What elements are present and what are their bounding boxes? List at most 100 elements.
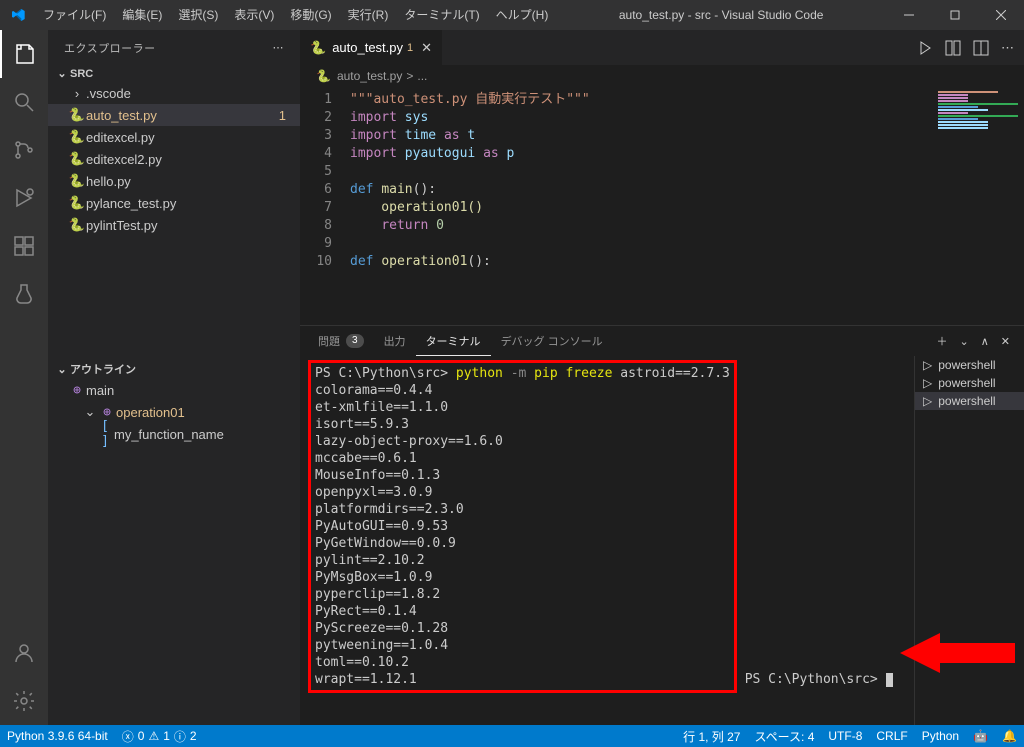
python-icon: 🐍 [310,40,326,56]
outline-label: アウトライン [70,361,136,377]
split-editor-icon[interactable] [973,40,989,56]
file-editexcel[interactable]: 🐍editexcel.py [48,126,300,148]
activity-extensions[interactable] [0,222,48,270]
window-controls [886,0,1024,30]
close-panel-icon[interactable]: ✕ [995,335,1016,348]
line-numbers: 12345678910 [300,87,350,325]
minimize-button[interactable] [886,0,932,30]
chevron-down-icon: ⌄ [54,363,70,376]
tab-close-icon[interactable]: ✕ [421,40,432,56]
editor-body[interactable]: 12345678910 """auto_test.py 自動実行テスト""" i… [300,87,1024,325]
activity-search[interactable] [0,78,48,126]
menu-terminal[interactable]: ターミナル(T) [396,0,487,30]
activity-scm[interactable] [0,126,48,174]
new-terminal-icon[interactable]: ＋ [931,333,954,349]
menu-help[interactable]: ヘルプ(H) [488,0,557,30]
status-feedback-icon[interactable]: 🤖 [966,725,995,747]
status-python[interactable]: Python 3.9.6 64-bit [0,725,115,747]
outline-my-function-name[interactable]: [ ]my_function_name [48,423,300,445]
python-icon: 🐍 [68,107,86,123]
menu-view[interactable]: 表示(V) [226,0,282,30]
panel-tabs: 問題3 出力 ターミナル デバッグ コンソール ＋ ⌄ ∧ ✕ [300,326,1024,356]
code-content[interactable]: """auto_test.py 自動実行テスト""" import sys im… [350,87,1024,325]
info-icon: ⓘ [174,728,186,745]
python-icon: 🐍 [68,151,86,167]
close-button[interactable] [978,0,1024,30]
titlebar: ファイル(F) 編集(E) 選択(S) 表示(V) 移動(G) 実行(R) ター… [0,0,1024,30]
terminal-icon: ▷ [923,358,932,372]
tab-bar: 🐍 auto_test.py 1 ✕ ⋯ [300,30,1024,65]
outline-header[interactable]: ⌄ アウトライン [48,359,300,379]
editor-area: 🐍 auto_test.py 1 ✕ ⋯ 🐍 auto_test.py > ..… [300,30,1024,725]
status-eol[interactable]: CRLF [869,725,914,747]
python-icon: 🐍 [68,173,86,189]
outline-tree: ⊕main ⌄⊕operation01 [ ]my_function_name [48,379,300,445]
python-icon: 🐍 [68,129,86,145]
file-pylint-test[interactable]: 🐍pylintTest.py [48,214,300,236]
panel-tab-debug[interactable]: デバッグ コンソール [491,326,613,356]
status-notifications-icon[interactable]: 🔔 [995,725,1024,747]
breadcrumb[interactable]: 🐍 auto_test.py > ... [300,65,1024,87]
file-auto-test[interactable]: 🐍auto_test.py1 [48,104,300,126]
file-hello[interactable]: 🐍hello.py [48,170,300,192]
folder-vscode[interactable]: ›.vscode [48,82,300,104]
menubar: ファイル(F) 編集(E) 選択(S) 表示(V) 移動(G) 実行(R) ター… [35,0,556,30]
menu-run[interactable]: 実行(R) [340,0,397,30]
file-pylance-test[interactable]: 🐍pylance_test.py [48,192,300,214]
maximize-button[interactable] [932,0,978,30]
status-encoding[interactable]: UTF-8 [821,725,869,747]
activity-testing[interactable] [0,270,48,318]
terminal-dropdown-icon[interactable]: ⌄ [954,335,975,348]
menu-file[interactable]: ファイル(F) [35,0,114,30]
terminal-cursor [886,673,893,687]
function-icon: ⊕ [68,383,86,398]
menu-go[interactable]: 移動(G) [282,0,339,30]
status-bar: Python 3.9.6 64-bit ⓧ0⚠1ⓘ2 行 1, 列 27 スペー… [0,725,1024,747]
activity-run[interactable] [0,174,48,222]
window-title: auto_test.py - src - Visual Studio Code [556,8,886,22]
outline-operation01[interactable]: ⌄⊕operation01 [48,401,300,423]
terminal-icon: ▷ [923,376,932,390]
compare-changes-icon[interactable] [945,40,961,56]
highlighted-terminal-output: PS C:\Python\src> python -m pip freeze a… [308,360,737,693]
sidebar-more-icon[interactable]: ⋯ [273,41,285,54]
more-actions-icon[interactable]: ⋯ [1001,40,1014,56]
terminal[interactable]: PS C:\Python\src> python -m pip freeze a… [300,356,914,725]
file-tree: ›.vscode 🐍auto_test.py1 🐍editexcel.py 🐍e… [48,82,300,236]
activity-bar [0,30,48,725]
python-icon: 🐍 [316,69,331,83]
panel-tab-output[interactable]: 出力 [374,326,416,356]
crumb-file: auto_test.py [337,69,402,83]
sidebar: エクスプローラー ⋯ ⌄ SRC ›.vscode 🐍auto_test.py1… [48,30,300,725]
status-problems[interactable]: ⓧ0⚠1ⓘ2 [115,725,204,747]
problems-badge: 3 [346,334,364,348]
status-line-col[interactable]: 行 1, 列 27 [676,725,747,747]
panel-tab-problems[interactable]: 問題3 [308,326,374,356]
status-spaces[interactable]: スペース: 4 [747,725,821,747]
panel-tab-terminal[interactable]: ターミナル [416,326,491,356]
function-icon: ⊕ [98,405,116,420]
python-icon: 🐍 [68,217,86,233]
activity-explorer[interactable] [0,30,48,78]
menu-selection[interactable]: 選択(S) [170,0,226,30]
status-language[interactable]: Python [915,725,966,747]
explorer-root-label: SRC [70,68,93,80]
python-icon: 🐍 [68,195,86,211]
menu-edit[interactable]: 編集(E) [114,0,170,30]
crumb-sep: > [406,69,413,83]
activity-settings[interactable] [0,677,48,725]
terminal-list-item[interactable]: ▷powershell [915,356,1024,374]
maximize-panel-icon[interactable]: ∧ [975,335,995,348]
run-button[interactable] [917,40,933,56]
chevron-down-icon: ⌄ [82,404,98,420]
chevron-down-icon: ⌄ [54,67,70,80]
file-editexcel2[interactable]: 🐍editexcel2.py [48,148,300,170]
activity-accounts[interactable] [0,629,48,677]
terminal-list-item[interactable]: ▷powershell [915,392,1024,410]
vscode-icon [0,7,35,23]
outline-main[interactable]: ⊕main [48,379,300,401]
terminal-list-item[interactable]: ▷powershell [915,374,1024,392]
sidebar-header: エクスプローラー [64,40,156,56]
explorer-root[interactable]: ⌄ SRC [48,65,300,82]
tab-auto-test[interactable]: 🐍 auto_test.py 1 ✕ [300,30,443,65]
